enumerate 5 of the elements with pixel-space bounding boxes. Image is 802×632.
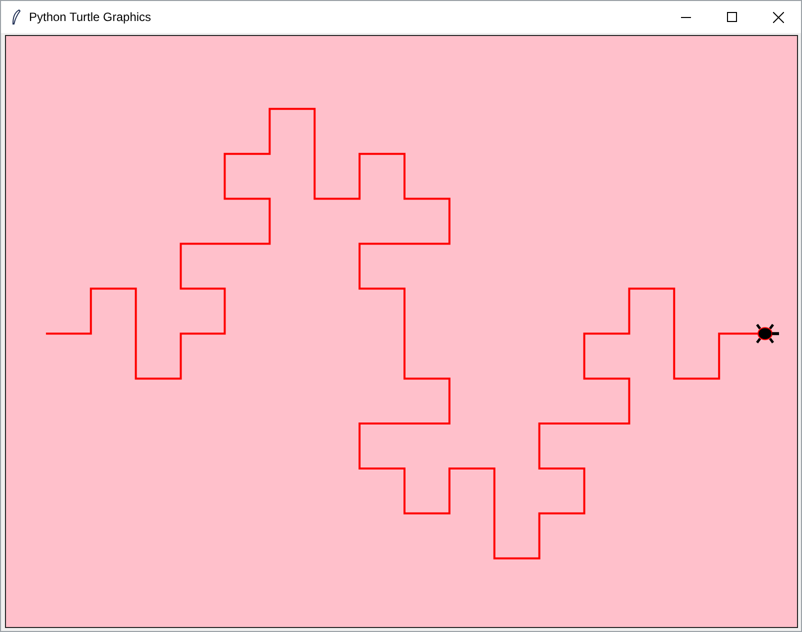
close-icon — [772, 12, 784, 22]
maximize-icon — [727, 12, 737, 22]
turtle-icon — [756, 323, 780, 344]
feather-icon — [11, 9, 21, 25]
window-title: Python Turtle Graphics — [29, 9, 152, 26]
